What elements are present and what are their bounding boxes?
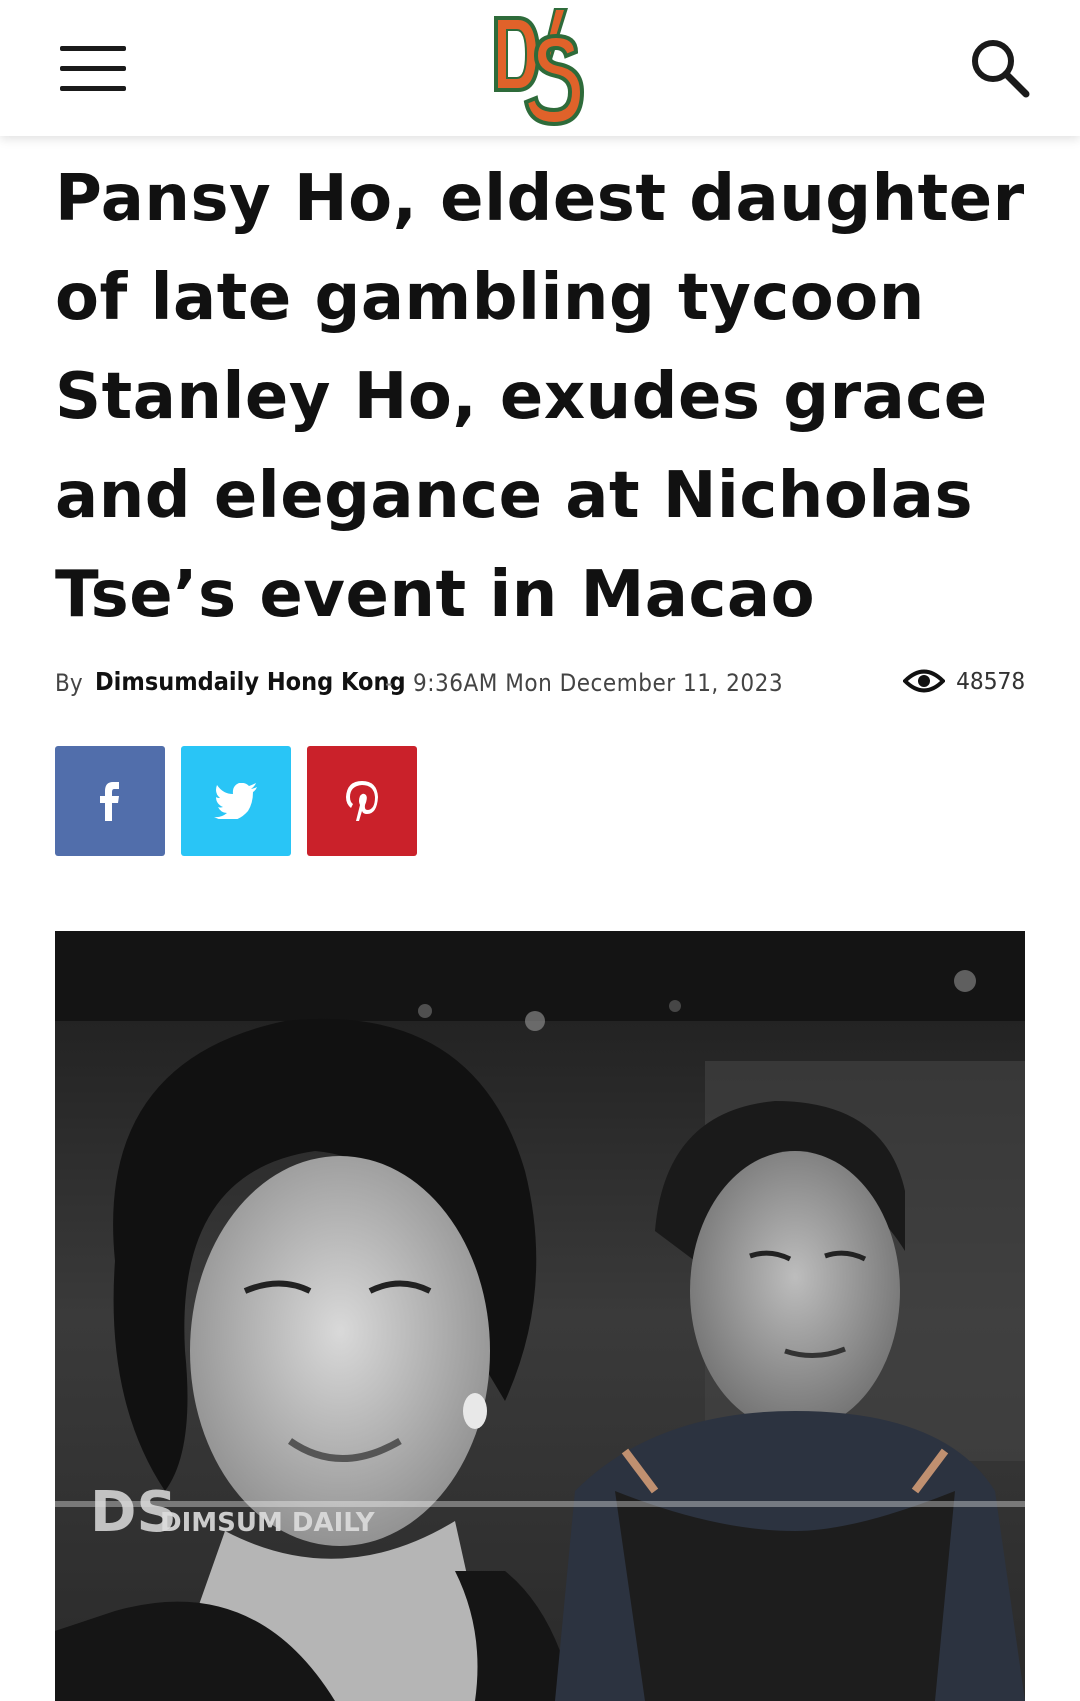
eye-icon (903, 669, 945, 693)
article-meta: By Dimsumdaily Hong Kong - 9:36AM Mon De… (55, 663, 1025, 703)
site-header (0, 0, 1080, 136)
twitter-share-button[interactable] (181, 746, 291, 856)
watermark-text: DIMSUM DAILY (160, 1508, 376, 1538)
meta-separator: - (385, 669, 393, 697)
view-count: 48578 (956, 669, 1026, 695)
article-title: Pansy Ho, eldest daughter of late gambli… (55, 162, 1025, 632)
twitter-icon (214, 783, 257, 819)
site-logo[interactable] (490, 6, 586, 130)
pinterest-share-button[interactable] (307, 746, 417, 856)
facebook-share-button[interactable] (55, 746, 165, 856)
byline-label: By (55, 669, 83, 697)
photo-illustration: DS DIMSUM DAILY (55, 931, 1025, 1701)
search-icon[interactable] (968, 36, 1032, 100)
publish-date: 9:36AM Mon December 11, 2023 (413, 669, 784, 697)
hamburger-menu-icon[interactable] (60, 44, 126, 94)
facebook-icon (100, 782, 119, 821)
author-link[interactable]: Dimsumdaily Hong Kong (95, 667, 406, 696)
pinterest-icon (346, 781, 378, 821)
article-featured-image[interactable]: DS DIMSUM DAILY (55, 931, 1025, 1701)
